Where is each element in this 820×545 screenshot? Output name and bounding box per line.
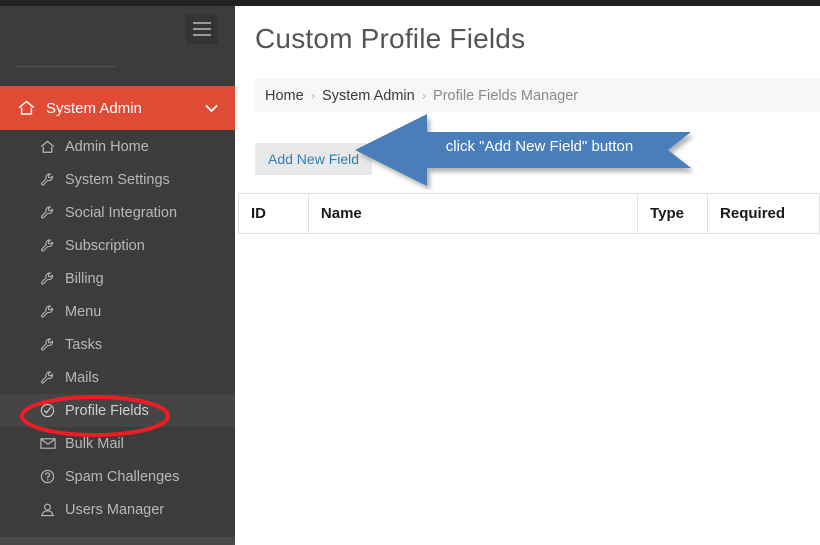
sidebar-item-tasks[interactable]: Tasks	[0, 328, 235, 361]
table-header-row: ID Name Type Required	[238, 193, 820, 234]
home-icon	[40, 140, 59, 154]
sidebar-item-profile-fields[interactable]: Profile Fields	[0, 394, 235, 427]
sidebar-item-users-manager[interactable]: Users Manager	[0, 493, 235, 526]
sidebar-menu: Admin Home System Settings Social Integr…	[0, 130, 235, 526]
column-header-required[interactable]: Required	[707, 193, 820, 234]
sidebar-item-spam-challenges[interactable]: Spam Challenges	[0, 460, 235, 493]
hamburger-menu-icon[interactable]	[186, 14, 218, 44]
sidebar-item-subscription[interactable]: Subscription	[0, 229, 235, 262]
home-icon	[16, 100, 36, 116]
sidebar-item-label: Mails	[65, 369, 99, 386]
sidebar-section-label: System Admin	[46, 99, 142, 117]
sidebar-item-bulk-mail[interactable]: Bulk Mail	[0, 427, 235, 460]
breadcrumb-separator-icon: ›	[421, 88, 427, 103]
envelope-icon	[40, 437, 59, 450]
sidebar-item-label: Billing	[65, 270, 104, 287]
sidebar: System Admin Admin Home System Settings …	[0, 6, 235, 545]
sidebar-item-label: System Settings	[65, 171, 170, 188]
column-header-id[interactable]: ID	[238, 193, 309, 234]
sidebar-item-system-settings[interactable]: System Settings	[0, 163, 235, 196]
app-window: System Admin Admin Home System Settings …	[0, 0, 820, 545]
breadcrumb: Home › System Admin › Profile Fields Man…	[255, 79, 820, 112]
main-content: Custom Profile Fields Home › System Admi…	[235, 6, 820, 545]
breadcrumb-item-home[interactable]: Home	[265, 88, 304, 104]
profile-fields-table: ID Name Type Required	[238, 193, 820, 234]
wrench-icon	[40, 371, 59, 385]
sidebar-item-menu[interactable]: Menu	[0, 295, 235, 328]
column-header-name[interactable]: Name	[308, 193, 639, 234]
sidebar-item-label: Profile Fields	[65, 402, 149, 419]
column-header-type[interactable]: Type	[637, 193, 709, 234]
page-title: Custom Profile Fields	[255, 23, 526, 54]
wrench-icon	[40, 272, 59, 286]
wrench-icon	[40, 206, 59, 220]
breadcrumb-separator-icon: ›	[310, 88, 316, 103]
sidebar-item-billing[interactable]: Billing	[0, 262, 235, 295]
wrench-icon	[40, 338, 59, 352]
sidebar-header	[0, 6, 235, 86]
sidebar-item-mails[interactable]: Mails	[0, 361, 235, 394]
sidebar-item-label: Admin Home	[65, 138, 149, 155]
check-circle-icon	[40, 403, 59, 418]
sidebar-item-label: Tasks	[65, 336, 103, 353]
wrench-icon	[40, 173, 59, 187]
table-header: ID Name Type Required	[238, 193, 820, 234]
chevron-down-icon[interactable]	[203, 104, 219, 113]
sidebar-footer	[0, 537, 235, 545]
sidebar-item-label: Users Manager	[65, 501, 165, 518]
sidebar-item-social-integration[interactable]: Social Integration	[0, 196, 235, 229]
wrench-icon	[40, 239, 59, 253]
sidebar-item-label: Bulk Mail	[65, 435, 124, 452]
sidebar-divider	[16, 66, 116, 67]
breadcrumb-item-system-admin[interactable]: System Admin	[322, 88, 415, 104]
wrench-icon	[40, 305, 59, 319]
add-new-field-button[interactable]: Add New Field	[255, 143, 373, 175]
sidebar-item-label: Spam Challenges	[65, 468, 180, 485]
question-circle-icon	[40, 469, 59, 484]
sidebar-item-label: Subscription	[65, 237, 145, 254]
sidebar-item-label: Menu	[65, 303, 102, 320]
breadcrumb-item-current: Profile Fields Manager	[433, 87, 579, 104]
sidebar-item-admin-home[interactable]: Admin Home	[0, 130, 235, 163]
sidebar-section-system-admin[interactable]: System Admin	[0, 86, 235, 130]
user-icon	[40, 503, 59, 517]
sidebar-item-label: Social Integration	[65, 204, 178, 221]
